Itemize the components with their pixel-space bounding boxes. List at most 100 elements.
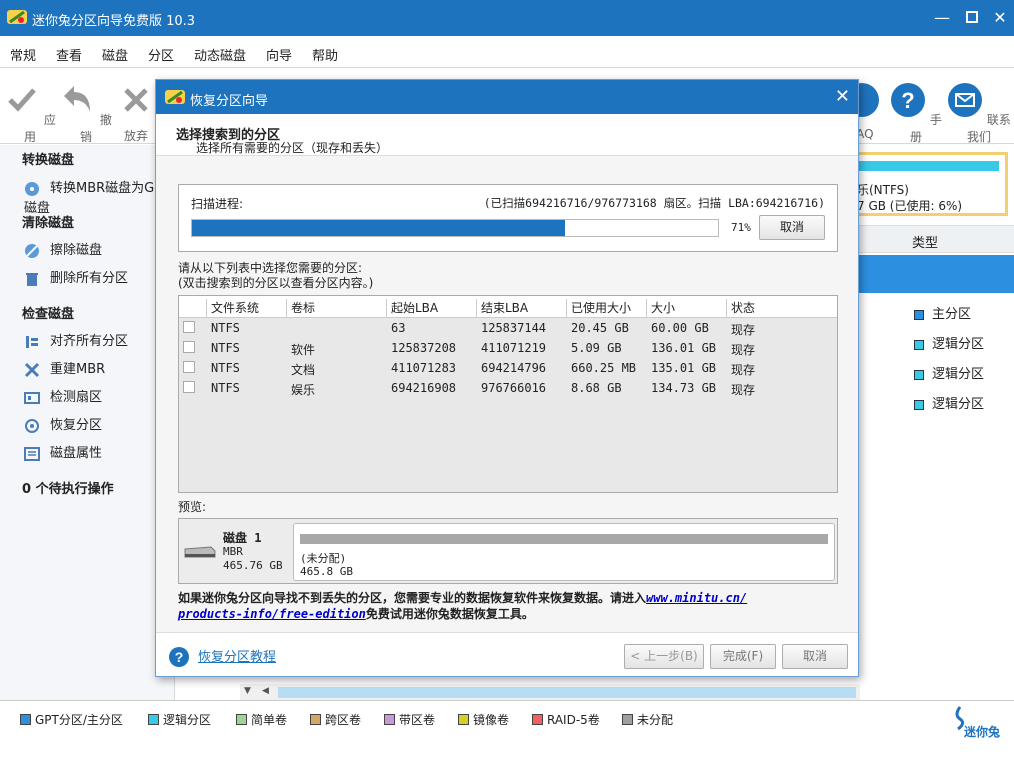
svg-text:?: ? bbox=[175, 649, 184, 665]
menu-disk[interactable]: 磁盘 bbox=[102, 45, 128, 64]
menu-view[interactable]: 查看 bbox=[56, 45, 82, 64]
table-row[interactable]: NTFS 63 125837144 20.45 GB 60.00 GB 现存 bbox=[179, 318, 837, 338]
table-row[interactable]: NTFS 娱乐 694216908 976766016 8.68 GB 134.… bbox=[179, 378, 837, 398]
help-icon[interactable]: ? bbox=[168, 646, 190, 668]
minimize-button[interactable]: — bbox=[932, 8, 952, 28]
row-checkbox[interactable] bbox=[183, 361, 195, 373]
recover-partition-item[interactable]: 恢复分区 bbox=[24, 414, 102, 434]
undo-button[interactable]: 撤销 bbox=[56, 82, 116, 145]
close-window-button[interactable]: ✕ bbox=[990, 8, 1010, 28]
partition-type-label: 主分区 bbox=[932, 307, 972, 322]
notice-text: 如果迷你兔分区向导找不到丢失的分区，您需要专业的数据恢复软件来恢复数据。请进入 bbox=[178, 591, 647, 605]
col-status: 状态 bbox=[731, 301, 756, 315]
row-checkbox[interactable] bbox=[183, 341, 195, 353]
cell-status: 现存 bbox=[731, 383, 756, 397]
menu-dynamic-disk[interactable]: 动态磁盘 bbox=[194, 45, 246, 64]
action-sidebar: 转换磁盘 转换MBR磁盘为GPT磁盘 清除磁盘 擦除磁盘 删除所有分区 检查磁盘… bbox=[0, 145, 175, 700]
dialog-close-button[interactable]: ✕ bbox=[835, 86, 850, 107]
delete-all-partitions-item[interactable]: 删除所有分区 bbox=[24, 267, 128, 287]
segment-label: (未分配) bbox=[300, 552, 347, 565]
partition-type-row[interactable]: 逻辑分区 bbox=[914, 333, 984, 352]
menu-help[interactable]: 帮助 bbox=[312, 45, 338, 64]
align-partitions-label: 对齐所有分区 bbox=[50, 334, 129, 349]
scan-progress-bar bbox=[191, 219, 719, 237]
cell-start: 411071283 bbox=[391, 361, 457, 375]
discard-button[interactable]: 放弃 bbox=[112, 82, 160, 144]
cell-fs: NTFS bbox=[211, 321, 240, 335]
unallocated-segment[interactable]: (未分配) 465.8 GB bbox=[293, 523, 835, 581]
legend-item: 镜像卷 bbox=[458, 711, 509, 728]
notice-link[interactable]: www.minitu.cn/ bbox=[646, 591, 747, 605]
cell-used: 8.68 GB bbox=[571, 381, 622, 395]
cell-end: 694214796 bbox=[481, 361, 547, 375]
legend-bar: GPT分区/主分区 逻辑分区 简单卷 跨区卷 带区卷 镜像卷 RAID-5卷 未… bbox=[0, 700, 1014, 761]
partition-type-row[interactable]: 主分区 bbox=[914, 303, 971, 322]
table-row[interactable]: NTFS 文档 411071283 694214796 660.25 MB 13… bbox=[179, 358, 837, 378]
partition-list-pane: 类型 主分区 逻辑分区 逻辑分区 逻辑分区 bbox=[858, 145, 1014, 700]
cell-status: 现存 bbox=[731, 363, 756, 377]
legend-label: 逻辑分区 bbox=[163, 713, 212, 727]
surface-test-item[interactable]: 检测扇区 bbox=[24, 386, 102, 406]
menu-partition[interactable]: 分区 bbox=[148, 45, 174, 64]
partition-list-header: 类型 bbox=[858, 225, 1014, 253]
disk-convert-icon bbox=[24, 181, 42, 197]
mail-icon bbox=[948, 83, 983, 117]
cell-start: 125837208 bbox=[391, 341, 457, 355]
cell-size: 60.00 GB bbox=[651, 321, 709, 335]
convert-mbr-gpt-item[interactable]: 转换MBR磁盘为GPT磁盘 bbox=[24, 177, 174, 216]
menu-general[interactable]: 常规 bbox=[10, 45, 36, 64]
disk-map-partition[interactable]: 乐(NTFS) 7 GB (已使用: 6%) bbox=[850, 152, 1008, 216]
scrollbar-thumb[interactable] bbox=[278, 687, 856, 698]
disk-properties-item[interactable]: 磁盘属性 bbox=[24, 442, 102, 462]
row-checkbox[interactable] bbox=[183, 381, 195, 393]
cell-size: 135.01 GB bbox=[651, 361, 717, 375]
finish-button[interactable]: 完成(F) bbox=[710, 644, 776, 669]
app-logo-icon bbox=[7, 10, 27, 24]
undo-icon bbox=[64, 86, 91, 112]
partition-type-row[interactable]: 逻辑分区 bbox=[914, 363, 984, 382]
help-icon: ? bbox=[891, 83, 926, 117]
scroll-left-arrow-icon[interactable]: ◀ bbox=[262, 686, 269, 696]
scroll-down-arrow-icon[interactable]: ▼ bbox=[244, 686, 251, 696]
legend-item: RAID-5卷 bbox=[532, 711, 600, 728]
legend-item: 未分配 bbox=[622, 711, 673, 728]
apply-button[interactable]: 应用 bbox=[0, 82, 60, 145]
legend-item: 跨区卷 bbox=[310, 711, 361, 728]
dialog-title: 恢复分区向导 bbox=[190, 94, 269, 109]
wipe-disk-item[interactable]: 擦除磁盘 bbox=[24, 239, 102, 259]
contact-button[interactable]: 联系我们 bbox=[946, 82, 1012, 145]
cancel-scan-button[interactable]: 取消 bbox=[759, 215, 825, 240]
rebuild-mbr-item[interactable]: 重建MBR bbox=[24, 358, 105, 378]
menu-wizard[interactable]: 向导 bbox=[266, 45, 292, 64]
selected-disk-row[interactable] bbox=[858, 255, 1014, 293]
cell-fs: NTFS bbox=[211, 341, 240, 355]
legend-swatch bbox=[622, 714, 633, 725]
back-button[interactable]: < 上一步(B) bbox=[624, 644, 704, 669]
cell-label: 文档 bbox=[291, 363, 316, 377]
segment-size: 465.8 GB bbox=[300, 565, 353, 578]
manual-button[interactable]: ? 手册 bbox=[886, 82, 946, 145]
notice-link-2[interactable]: products-info/free-edition bbox=[178, 607, 366, 621]
row-checkbox[interactable] bbox=[183, 321, 195, 333]
col-start-lba: 起始LBA bbox=[387, 299, 477, 317]
legend-swatch bbox=[236, 714, 247, 725]
table-row[interactable]: NTFS 软件 125837208 411071219 5.09 GB 136.… bbox=[179, 338, 837, 358]
tutorial-link[interactable]: 恢复分区教程 bbox=[198, 646, 276, 665]
discard-icon bbox=[124, 88, 148, 112]
cancel-button[interactable]: 取消 bbox=[782, 644, 848, 669]
type-swatch bbox=[914, 339, 924, 350]
align-partitions-item[interactable]: 对齐所有分区 bbox=[24, 330, 128, 350]
dialog-footer: ? 恢复分区教程 < 上一步(B) 完成(F) 取消 bbox=[156, 632, 858, 676]
col-end-lba: 结束LBA bbox=[477, 299, 567, 317]
discard-label: 放弃 bbox=[123, 129, 148, 143]
maximize-button[interactable] bbox=[962, 8, 982, 28]
convert-mbr-gpt-label: 转换MBR磁盘为GPT磁盘 bbox=[24, 181, 171, 216]
cell-start: 694216908 bbox=[391, 381, 457, 395]
partition-type-row[interactable]: 逻辑分区 bbox=[914, 393, 984, 412]
partition-usage: 7 GB (已使用: 6%) bbox=[857, 199, 963, 213]
menu-bar: 常规 查看 磁盘 分区 动态磁盘 向导 帮助 bbox=[0, 36, 1014, 68]
cell-status: 现存 bbox=[731, 343, 756, 357]
horizontal-scrollbar[interactable]: ▼ ◀ bbox=[240, 684, 860, 700]
legend-item: 带区卷 bbox=[384, 711, 435, 728]
scan-progress-box: 扫描进程: (已扫描694216716/976773168 扇区。扫描 LBA:… bbox=[178, 184, 838, 252]
